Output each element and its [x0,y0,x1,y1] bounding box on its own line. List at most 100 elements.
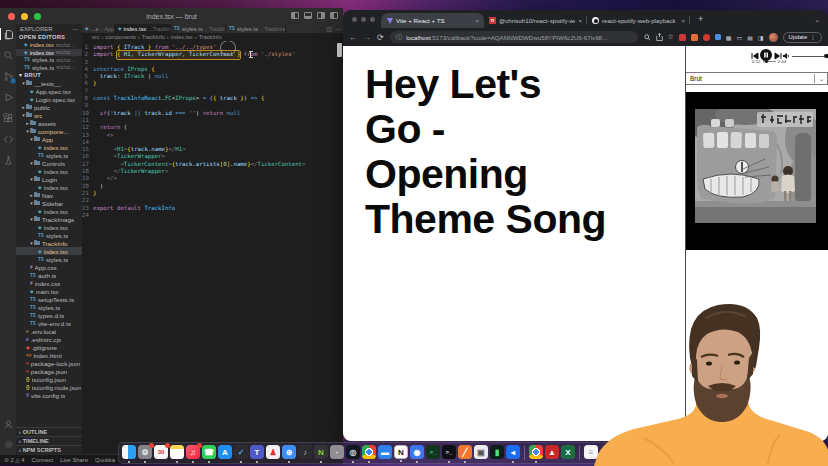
dock-chrome-icon[interactable] [362,445,376,459]
vscode-titlebar[interactable]: index.tsx — brut [0,8,343,24]
tree-item-Nav[interactable]: ▸Nav [16,191,82,199]
editor-tab-styles.ts[interactable]: TSstyles.ts...TrackImage [226,24,286,33]
explorer-icon[interactable] [2,28,14,40]
editor-tab-...x[interactable]: ◈...x...App● [82,24,115,33]
open-editor-item[interactable]: ◈index.tsxsrc/co... [16,41,82,49]
new-tab-button[interactable]: + [698,15,703,24]
dock-photo-booth-icon[interactable]: ▣ [474,445,488,459]
back-button[interactable]: ← [349,33,357,42]
tree-item-index.css[interactable]: #index.css [16,279,82,287]
extension-icon-orange[interactable] [691,34,698,41]
status-quokka[interactable]: Quokka [95,457,115,463]
tree-item-styles.ts[interactable]: TSstyles.ts [16,151,82,159]
tree-item-assets[interactable]: ▸assets [16,119,82,127]
tree-item-tsconfig.node.json[interactable]: {}tsconfig.node.json [16,383,82,391]
tree-item-Login[interactable]: ▾Login [16,175,82,183]
dock-preview-icon[interactable]: ♟ [266,445,280,459]
breadcrumb-index.tsx[interactable]: index.tsx [171,34,193,40]
section-npm-scripts[interactable]: ›NPM SCRIPTS [16,445,82,454]
volume-slider[interactable] [792,56,824,57]
dock-music-icon[interactable]: ♫ [186,445,200,459]
browser-tab[interactable]: n@chrisuh10/react-spotify-we× [484,13,587,28]
code-editor[interactable]: 1import { ITrack } from '../../types'2im… [82,41,343,454]
breadcrumb-TrackInfo[interactable]: TrackInfo [142,34,165,40]
toggle-panel-icon[interactable] [291,12,299,19]
dock-things-icon[interactable]: ✓ [234,445,248,459]
tree-item-index.tsx[interactable]: ◈index.tsx [16,207,82,215]
dock-chrome-2-icon[interactable] [529,445,543,459]
dock-calendar-icon[interactable]: 30 [154,445,168,459]
tree-item-App.spec.tsx[interactable]: ◈App.spec.tsx [16,87,82,95]
dock-settings-icon[interactable]: ⚙ [138,445,152,459]
toggle-bottom-icon[interactable] [304,12,312,19]
dock-whatsapp-icon[interactable]: ☎ [202,445,216,459]
status-live-share[interactable]: Live Share [60,457,88,463]
dock-obs-icon[interactable]: ◎ [346,445,360,459]
dock-flow-icon[interactable]: ▬ [378,445,392,459]
tree-item-tests[interactable]: ▾__tests__ [16,79,82,87]
extensions-puzzle-icon[interactable]: ▦ [726,34,732,41]
tree-item-index.tsx[interactable]: ◈index.tsx [16,247,82,255]
dock-signal-icon[interactable]: ◉ [410,445,424,459]
extension-icon-dot[interactable] [703,34,710,41]
dock-node-icon[interactable]: N [314,445,328,459]
editor-tab-styles.ts[interactable]: TSstyles.ts...TrackInfo [171,24,226,33]
meet-icon[interactable]: ▤ [747,34,753,41]
address-bar[interactable]: ⓘ localhost:5173/callback?code=AQANNWDWD… [390,31,638,43]
tree-item-auth.ts[interactable]: TSauth.ts [16,271,82,279]
remote-icon[interactable] [2,133,14,145]
tree-item-.gitignore[interactable]: ◆.gitignore [16,343,82,351]
tree-item-App[interactable]: ▾App [16,135,82,143]
bookmark-star-icon[interactable]: ☆ [668,33,674,41]
site-info-icon[interactable]: ⓘ [396,33,403,42]
dock-finder-icon[interactable] [122,445,136,459]
seek-track[interactable] [763,61,776,62]
tree-item-.env.local[interactable]: ≡.env.local [16,327,82,335]
tree-item-styles.ts[interactable]: TSstyles.ts [16,303,82,311]
side-panel-icon[interactable]: ◨ [758,34,764,41]
run-debug-icon[interactable] [2,91,14,103]
tree-item-src[interactable]: ▾src [16,111,82,119]
cast-icon[interactable]: ▭ [736,34,742,41]
tree-item-viteenv.d.ts[interactable]: TSvite-env.d.ts [16,319,82,327]
tree-item-setupTests.ts[interactable]: TSsetupTests.ts [16,295,82,303]
search-icon[interactable] [2,49,14,61]
progress-bar[interactable]: 0:12 2:44 [752,59,786,64]
section-timeline[interactable]: ›TIMELINE [16,436,82,445]
dock-notes-icon[interactable] [170,445,184,459]
dock-iterm-icon[interactable]: >_ [442,445,456,459]
close-tab-icon[interactable]: × [475,18,479,24]
status-connect[interactable]: Connect [32,457,54,463]
customize-layout-icon[interactable] [330,12,338,19]
dock-utility-icon[interactable]: · [330,445,344,459]
dock-code-blue-icon[interactable]: ◂ [506,445,520,459]
open-editor-item[interactable]: ◈index.tsxsrc/co... [16,49,82,57]
testing-icon[interactable] [2,154,14,166]
tree-item-TrackInfo[interactable]: ▾TrackInfo [16,239,82,247]
zoom-icon[interactable] [644,34,651,41]
breadcrumb-TrackInfo[interactable]: TrackInfo [199,34,222,40]
forward-button[interactable]: → [363,33,371,42]
tree-item-main.tsx[interactable]: ◈main.tsx [16,287,82,295]
editor-tab-index.tsx[interactable]: ◈index.tsx...TrackInfo× [115,24,171,33]
volume-knob[interactable] [824,54,828,59]
close-tab-icon[interactable]: × [681,18,685,24]
breadcrumb-src[interactable]: src [92,34,99,40]
extension-icon-blue[interactable] [715,34,721,40]
tree-item-vite.config.ts[interactable]: Vvite.config.ts [16,391,82,399]
dock-zed-icon[interactable]: ╱ [458,445,472,459]
open-editor-item[interactable]: TSstyles.tssrc/co... [16,64,82,72]
tree-item-types.d.ts[interactable]: TStypes.d.ts [16,311,82,319]
device-select[interactable]: Brut ⌄ [686,72,828,85]
close-tab-icon[interactable]: × [578,18,582,24]
split-editor-icon[interactable]: ◫ [326,25,332,32]
tree-item-Controls[interactable]: ▾Controls [16,159,82,167]
breadcrumb-components[interactable]: components [105,34,135,40]
update-button[interactable]: Update⋮ [783,32,823,43]
dock-terminal-green-icon[interactable]: >_ [426,445,440,459]
tab-search-chevron-icon[interactable]: ⌄ [814,16,820,24]
tree-item-TrackImage[interactable]: ▾TrackImage [16,215,82,223]
tree-item-index.tsx[interactable]: ◈index.tsx [16,183,82,191]
browser-tab[interactable]: Vite + React + TS× [381,13,484,28]
tree-item-index.tsx[interactable]: ◈index.tsx [16,167,82,175]
